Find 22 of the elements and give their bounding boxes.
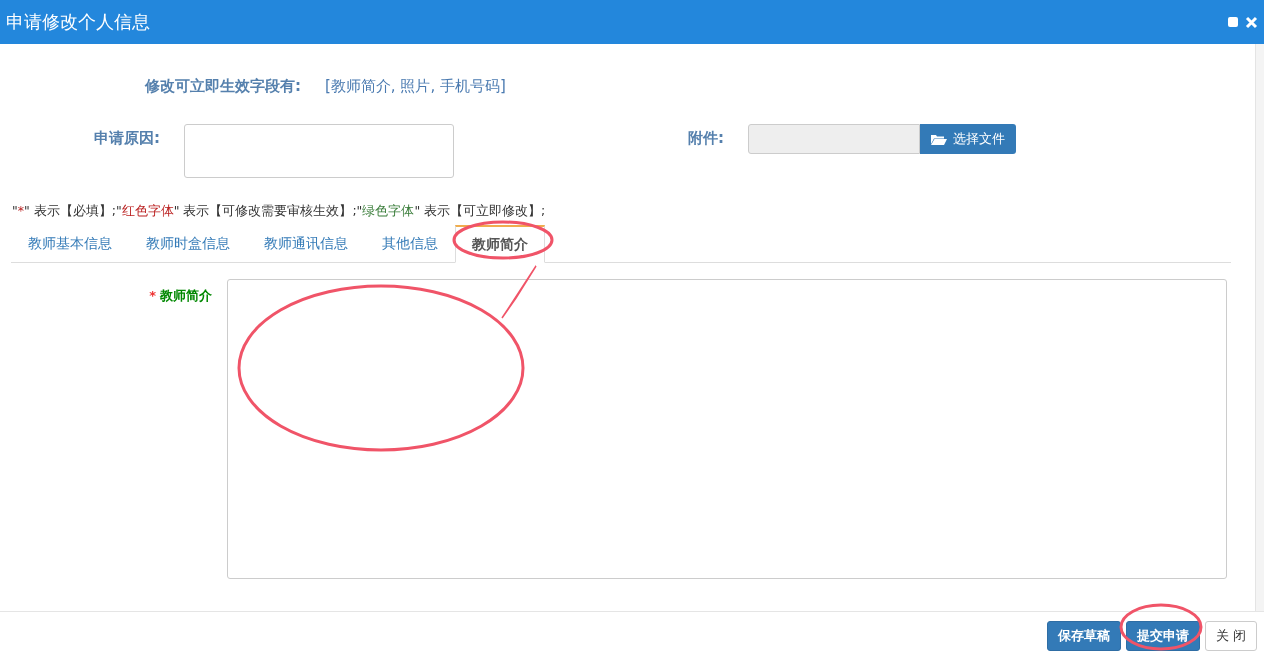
window-title: 申请修改个人信息 [6, 10, 150, 34]
footer-button[interactable]: 关 闭 [1204, 621, 1257, 651]
tab[interactable]: 其他信息 [365, 225, 455, 263]
reason-input[interactable] [184, 124, 454, 178]
maximize-icon[interactable] [1227, 16, 1239, 28]
field-label: * 教师简介 [148, 287, 212, 305]
field-label: 修改可立即生效字段有: [145, 76, 301, 96]
legend-text: "*" 表示【必填】;"红色字体" 表示【可修改需要审核生效】;"绿色字体" 表示【可立即修改】; [12, 203, 547, 220]
intro-textarea[interactable] [227, 279, 1227, 579]
scrollbar[interactable] [1255, 44, 1264, 611]
instant-fields-text: [教师简介, 照片, 手机号码] [325, 76, 506, 96]
tab[interactable]: 教师时盒信息 [129, 225, 247, 263]
folder-icon [931, 133, 947, 145]
tab[interactable]: 教师通讯信息 [247, 225, 365, 263]
annotation-pointer [501, 265, 537, 319]
tab[interactable]: 教师基本信息 [11, 225, 129, 263]
close-icon[interactable] [1245, 15, 1258, 29]
field-label: 申请原因: [93, 128, 160, 148]
field-label: 附件: [687, 128, 724, 148]
choose-file-button[interactable]: 选择文件 [920, 124, 1016, 154]
file-path-field[interactable] [748, 124, 920, 154]
footer-button[interactable]: 保存草稿 [1046, 621, 1121, 651]
